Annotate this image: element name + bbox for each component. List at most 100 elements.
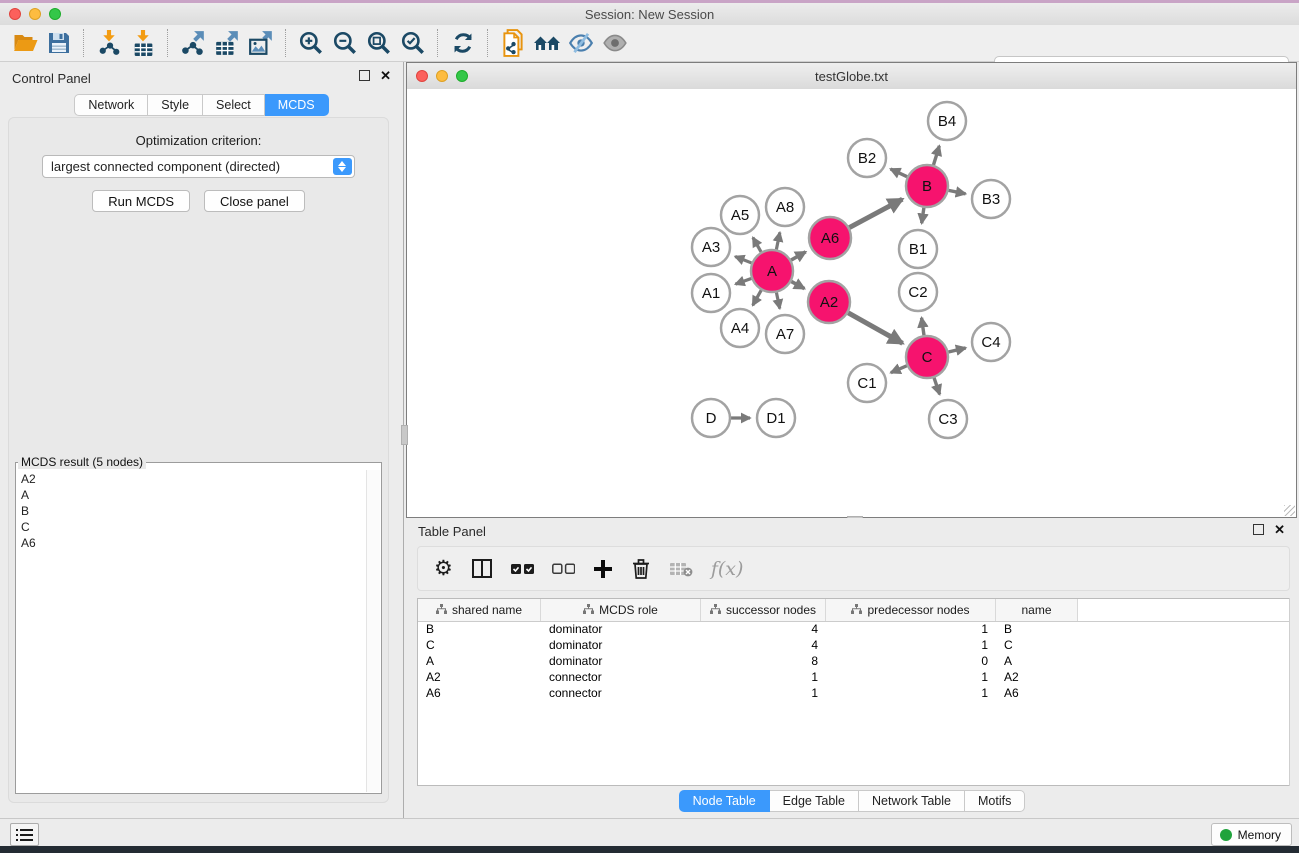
tab-style[interactable]: Style [148, 94, 203, 116]
graph-node-C2[interactable]: C2 [899, 273, 937, 311]
mcds-result-item[interactable]: A [21, 487, 367, 503]
graph-edge-A-A2[interactable] [791, 282, 804, 289]
graph-node-A1[interactable]: A1 [692, 274, 730, 312]
graph-edge-A-A4[interactable] [753, 290, 762, 305]
graph-node-A2[interactable]: A2 [808, 281, 850, 323]
graph-edge-B-B3[interactable] [949, 190, 966, 193]
hide-detail-icon[interactable] [564, 28, 598, 58]
delete-table-icon[interactable] [669, 561, 693, 577]
task-history-button[interactable] [10, 823, 39, 846]
table-row[interactable]: Bdominator41B [418, 622, 1289, 638]
graph-node-B2[interactable]: B2 [848, 139, 886, 177]
zoom-selected-icon[interactable] [396, 28, 430, 58]
graph-node-B3[interactable]: B3 [972, 180, 1010, 218]
export-image-icon[interactable] [244, 28, 278, 58]
graph-node-C4[interactable]: C4 [972, 323, 1010, 361]
columns-icon[interactable] [471, 558, 493, 580]
float-table-panel-icon[interactable] [1253, 524, 1264, 535]
open-session-icon[interactable] [8, 28, 42, 58]
network-canvas[interactable]: B4 B2 B B3 A5A8A6 A3 B1 A A1 C2 A2 A4A7 C4 C C1 C3 D D1 [407, 89, 1296, 517]
float-panel-icon[interactable] [359, 70, 370, 81]
mcds-result-item[interactable]: A2 [21, 471, 367, 487]
graph-edge-A-A5[interactable] [753, 238, 761, 252]
deselect-all-rows-icon[interactable] [552, 563, 575, 575]
graph-edge-C-C2[interactable] [922, 318, 924, 335]
graph-node-A8[interactable]: A8 [766, 188, 804, 226]
select-all-rows-icon[interactable] [511, 563, 534, 575]
import-network-icon[interactable] [92, 28, 126, 58]
home-views-icon[interactable] [530, 28, 564, 58]
graph-node-D[interactable]: D [692, 399, 730, 437]
show-detail-icon[interactable] [598, 28, 632, 58]
column-header-successor-nodes[interactable]: successor nodes [701, 599, 826, 621]
graph-edge-B-B2[interactable] [891, 169, 908, 177]
tab-mcds[interactable]: MCDS [265, 94, 329, 116]
graph-edge-A2-C[interactable] [848, 313, 902, 344]
graph-edge-A-A6[interactable] [791, 252, 806, 260]
table-row[interactable]: A6connector11A6 [418, 686, 1289, 702]
delete-row-icon[interactable] [631, 558, 651, 580]
graph-node-A4[interactable]: A4 [721, 309, 759, 347]
add-row-icon[interactable] [593, 559, 613, 579]
column-header-predecessor-nodes[interactable]: predecessor nodes [826, 599, 996, 621]
export-network-icon[interactable] [176, 28, 210, 58]
result-scrollbar[interactable] [366, 470, 380, 792]
mcds-result-item[interactable]: A6 [21, 535, 367, 551]
save-session-icon[interactable] [42, 28, 76, 58]
criterion-select[interactable]: largest connected component (directed) [42, 155, 355, 178]
graph-node-D1[interactable]: D1 [757, 399, 795, 437]
tab-node-table[interactable]: Node Table [679, 790, 770, 812]
graph-edge-B-B1[interactable] [922, 208, 924, 223]
function-builder-icon[interactable]: f(x) [711, 558, 744, 580]
column-header-shared-name[interactable]: shared name [418, 599, 541, 621]
zoom-fit-icon[interactable] [362, 28, 396, 58]
memory-button[interactable]: Memory [1211, 823, 1292, 846]
graph-edge-C-C4[interactable] [948, 348, 965, 352]
close-table-panel-icon[interactable]: ✕ [1274, 524, 1285, 535]
graph-node-B1[interactable]: B1 [899, 230, 937, 268]
tab-motifs[interactable]: Motifs [965, 790, 1025, 812]
mcds-result-item[interactable]: C [21, 519, 367, 535]
graph-edge-A6-B[interactable] [849, 199, 902, 227]
clone-network-icon[interactable] [496, 28, 530, 58]
table-row[interactable]: A2connector11A2 [418, 670, 1289, 686]
tab-network[interactable]: Network [74, 94, 148, 116]
graph-node-B[interactable]: B [906, 165, 948, 207]
graph-edge-B-B4[interactable] [933, 146, 939, 165]
column-header-name[interactable]: name [996, 599, 1078, 621]
graph-edge-A-A1[interactable] [735, 278, 751, 284]
mcds-result-item[interactable]: B [21, 503, 367, 519]
graph-node-C3[interactable]: C3 [929, 400, 967, 438]
graph-edge-C-C3[interactable] [934, 378, 940, 395]
zoom-in-icon[interactable] [294, 28, 328, 58]
graph-node-A[interactable]: A [751, 250, 793, 292]
graph-edge-A-A3[interactable] [735, 257, 751, 263]
table-scrollbar[interactable] [1289, 598, 1290, 786]
graph-node-A6[interactable]: A6 [809, 217, 851, 259]
close-panel-button[interactable]: Close panel [204, 190, 305, 212]
import-table-icon[interactable] [126, 28, 160, 58]
refresh-layout-icon[interactable] [446, 28, 480, 58]
zoom-out-icon[interactable] [328, 28, 362, 58]
column-header-MCDS-role[interactable]: MCDS role [541, 599, 701, 621]
graph-edge-A-A7[interactable] [776, 293, 779, 309]
graph-node-A3[interactable]: A3 [692, 228, 730, 266]
resize-grip[interactable] [1284, 505, 1295, 516]
graph-node-C1[interactable]: C1 [848, 364, 886, 402]
tab-select[interactable]: Select [203, 94, 265, 116]
vertical-scrollbar-thumb[interactable] [401, 425, 408, 445]
tab-network-table[interactable]: Network Table [859, 790, 965, 812]
graph-node-A7[interactable]: A7 [766, 315, 804, 353]
graph-node-C[interactable]: C [906, 336, 948, 378]
table-row[interactable]: Adominator80A [418, 654, 1289, 670]
close-panel-icon[interactable]: ✕ [380, 70, 391, 81]
graph-node-A5[interactable]: A5 [721, 196, 759, 234]
graph-node-B4[interactable]: B4 [928, 102, 966, 140]
export-table-icon[interactable] [210, 28, 244, 58]
table-settings-icon[interactable]: ⚙ [434, 559, 453, 579]
graph-edge-A-A8[interactable] [776, 232, 779, 249]
tab-edge-table[interactable]: Edge Table [770, 790, 859, 812]
run-mcds-button[interactable]: Run MCDS [92, 190, 190, 212]
graph-edge-C-C1[interactable] [891, 366, 907, 373]
table-row[interactable]: Cdominator41C [418, 638, 1289, 654]
